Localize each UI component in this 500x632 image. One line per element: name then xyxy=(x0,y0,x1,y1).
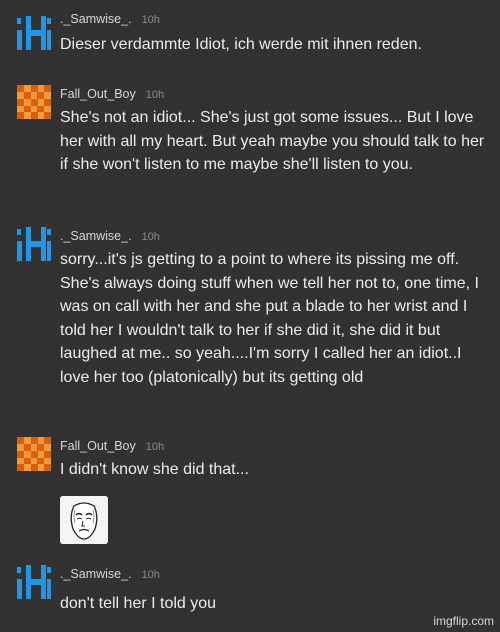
orange-pixel-icon xyxy=(17,85,51,119)
comment-text: I didn't know she did that... xyxy=(60,461,249,478)
user-avatar[interactable] xyxy=(17,85,51,119)
username[interactable]: Fall_Out_Boy xyxy=(60,87,136,101)
timestamp: 10h xyxy=(145,441,165,453)
okay-face-meme-icon xyxy=(60,496,108,544)
timestamp: 10h xyxy=(141,14,160,26)
comment-header: ._Samwise_. 10h xyxy=(60,10,160,28)
username[interactable]: Fall_Out_Boy xyxy=(60,439,136,453)
comment-text: She's not an idiot... She's just got som… xyxy=(60,109,485,174)
username[interactable]: ._Samwise_. xyxy=(60,12,132,26)
comment-header: Fall_Out_Boy 10h xyxy=(60,85,164,103)
imgflip-watermark: imgflip.com xyxy=(433,614,494,628)
blue-pixel-icon xyxy=(17,227,51,261)
comment-header: ._Samwise_. 10h xyxy=(60,227,160,245)
orange-pixel-icon xyxy=(17,437,51,471)
blue-pixel-icon xyxy=(17,16,51,50)
comment-text: Dieser verdammte Idiot, ich werde mit ih… xyxy=(60,36,422,53)
user-avatar[interactable] xyxy=(17,565,51,599)
blue-pixel-icon xyxy=(17,565,51,599)
timestamp: 10h xyxy=(145,89,165,101)
username[interactable]: ._Samwise_. xyxy=(60,229,132,243)
timestamp: 10h xyxy=(141,231,160,243)
comment-header: Fall_Out_Boy 10h xyxy=(60,437,164,455)
meme-image[interactable] xyxy=(60,496,108,544)
comment-header: ._Samwise_. 10h xyxy=(60,565,160,583)
comment-text: don't tell her I told you xyxy=(60,595,217,612)
timestamp: 10h xyxy=(141,569,160,581)
user-avatar[interactable] xyxy=(17,16,51,50)
user-avatar[interactable] xyxy=(17,437,51,471)
comment-text: sorry...it's js getting to a point to wh… xyxy=(60,251,479,386)
user-avatar[interactable] xyxy=(17,227,51,261)
username[interactable]: ._Samwise_. xyxy=(60,567,132,581)
